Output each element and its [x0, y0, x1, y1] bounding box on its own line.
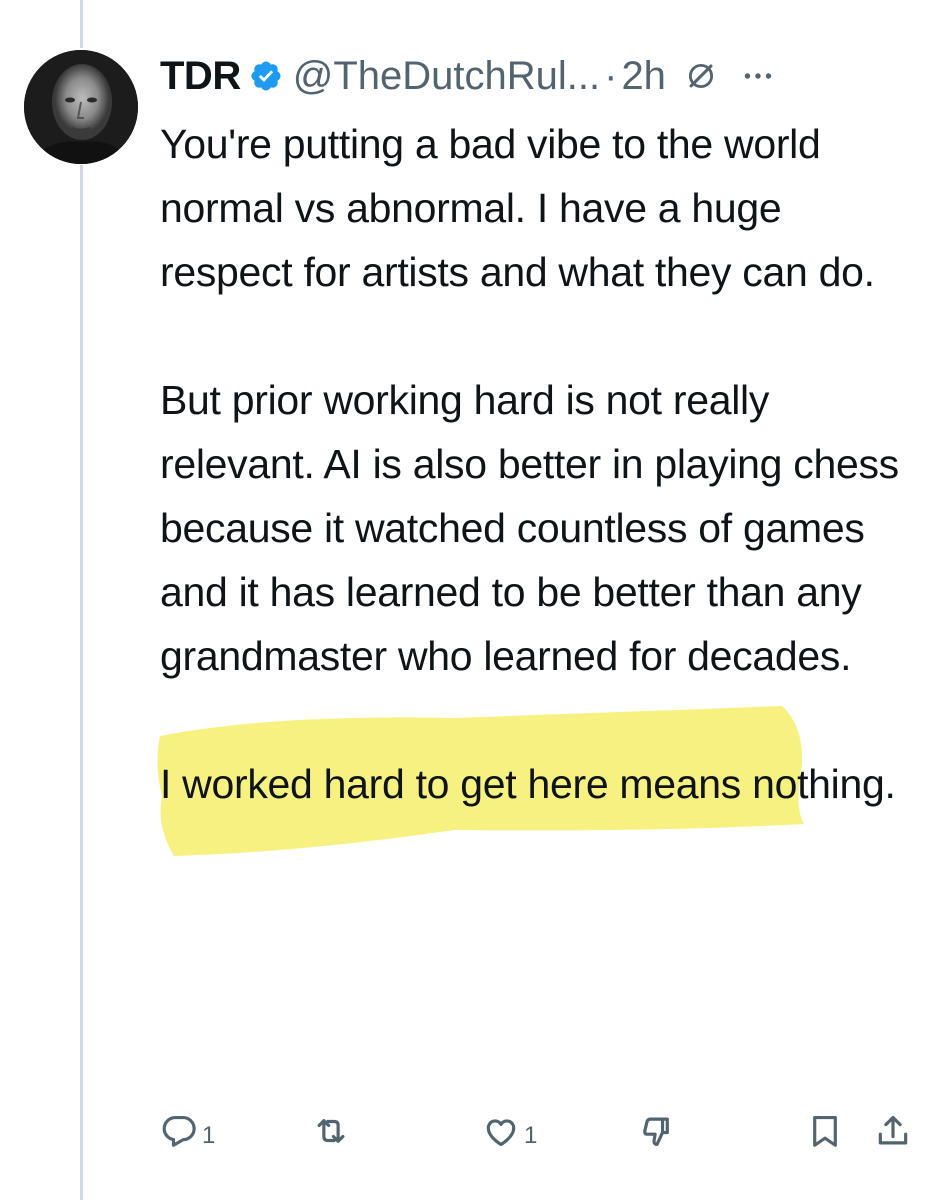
thread-connector-bottom: [80, 165, 83, 1200]
like-count: 1: [524, 1122, 538, 1149]
more-icon[interactable]: [740, 58, 776, 94]
action-bar: 1 1: [160, 1108, 920, 1158]
post-text: You're putting a bad vibe to the world n…: [157, 112, 920, 856]
verified-badge-icon: [249, 59, 283, 93]
share-button[interactable]: [874, 1108, 912, 1158]
retweet-button[interactable]: [312, 1108, 350, 1158]
author-name[interactable]: TDR: [160, 54, 241, 99]
retweet-icon: [312, 1112, 350, 1155]
like-button[interactable]: 1: [482, 1108, 537, 1158]
highlighted-passage: I worked hard to get here means nothing.: [157, 706, 920, 856]
post-paragraph: I worked hard to get here means nothing.: [160, 761, 896, 807]
grok-icon[interactable]: [684, 59, 718, 93]
author-handle[interactable]: @TheDutchRul...: [293, 54, 600, 99]
bookmark-icon: [806, 1112, 844, 1155]
share-icon: [874, 1112, 912, 1155]
thread-connector-top: [80, 0, 83, 48]
bookmark-button[interactable]: [806, 1108, 844, 1158]
dislike-button[interactable]: [638, 1108, 676, 1158]
reply-count: 1: [202, 1122, 216, 1149]
post-time[interactable]: 2h: [621, 54, 666, 99]
like-icon: [482, 1112, 520, 1155]
post-header: TDR @TheDutchRul... · 2h: [160, 50, 776, 102]
post-paragraph: But prior working hard is not really rel…: [160, 377, 899, 679]
reply-button[interactable]: 1: [160, 1108, 215, 1158]
reply-icon: [160, 1112, 198, 1155]
post-paragraph: You're putting a bad vibe to the world n…: [160, 121, 875, 295]
avatar[interactable]: [24, 50, 138, 164]
dislike-icon: [638, 1112, 676, 1155]
separator-dot: ·: [604, 53, 618, 98]
